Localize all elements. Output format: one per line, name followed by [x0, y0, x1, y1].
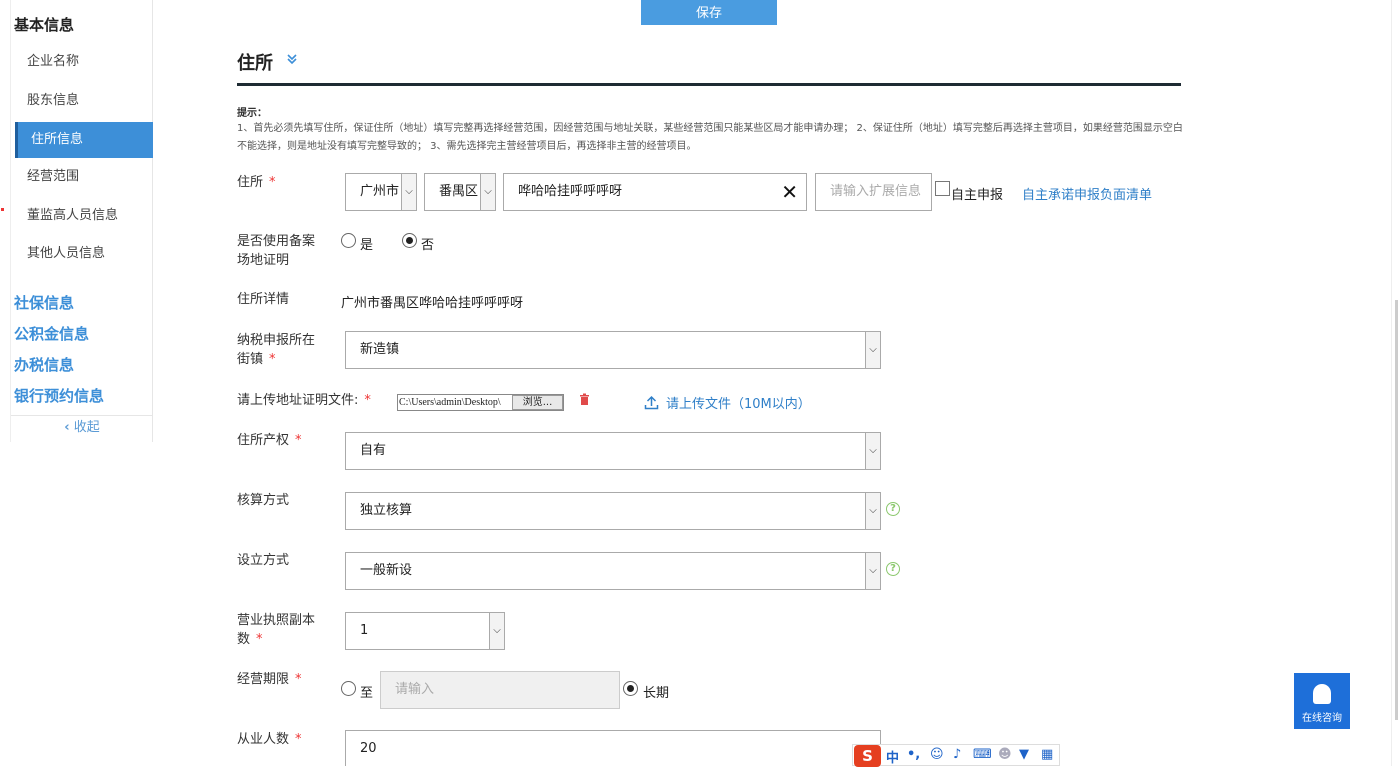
establish-select[interactable]: 一般新设 ⌵ [345, 552, 881, 590]
scrollbar-thumb[interactable] [1395, 300, 1398, 720]
file-path: C:\Users\admin\Desktop\ [399, 397, 501, 408]
sogou-logo-icon[interactable]: S [854, 745, 881, 767]
term-long-label: 长期 [643, 686, 670, 701]
sidebar-item-business-scope[interactable]: 经营范围 [15, 159, 153, 195]
establish-label: 设立方式 [237, 553, 290, 568]
clear-icon[interactable]: ✕ [781, 174, 798, 210]
property-right-label: 住所产权 * [237, 433, 302, 448]
sidebar-item-executives[interactable]: 董监高人员信息 [15, 198, 153, 234]
grid-menu-icon[interactable]: ▦ [1041, 747, 1053, 762]
emoji-icon[interactable]: ☺ [930, 747, 944, 762]
sidebar: 基本信息 企业名称 股东信息 住所信息 经营范围 董监高人员信息 其他人员信息 … [10, 0, 153, 442]
chevron-down-icon: ⌵ [865, 493, 880, 529]
sidebar-item-shareholders[interactable]: 股东信息 [15, 83, 153, 119]
address-detail-label: 住所详情 [237, 292, 290, 307]
user-icon[interactable]: ☻ [998, 747, 1012, 762]
help-icon[interactable]: ? [886, 562, 900, 576]
bell-icon [1313, 684, 1331, 704]
chevron-down-icon: ⌵ [489, 613, 504, 649]
license-copies-select[interactable]: 1 ⌵ [345, 612, 505, 650]
accounting-select[interactable]: 独立核算 ⌵ [345, 492, 881, 530]
microphone-icon[interactable]: ♪ [953, 747, 961, 762]
sidebar-collapse-button[interactable]: ‹ 收起 [11, 415, 153, 441]
chevron-down-icon: ⌵ [865, 332, 880, 368]
section-title: 住所 [237, 53, 273, 74]
business-term-label: 经营期限 * [237, 672, 302, 687]
keyboard-icon[interactable]: ⌨ [973, 747, 992, 762]
use-record-yes-label: 是 [360, 238, 374, 253]
sidebar-title: 基本信息 [14, 16, 75, 34]
tip-text: 1、首先必须先填写住所，保证住所（地址）填写完整再选择经营范围，因经营范围与地址… [237, 123, 1183, 152]
employees-label: 从业人数 * [237, 732, 302, 747]
term-to-radio[interactable] [341, 681, 356, 696]
use-record-no-label: 否 [421, 238, 435, 253]
address-label: 住所 * [237, 175, 276, 190]
self-declare-label: 自主申报 [951, 188, 1004, 203]
browse-button[interactable]: 浏览... [512, 395, 563, 410]
chevron-down-icon: ⌵ [865, 553, 880, 589]
term-long-radio[interactable] [623, 681, 638, 696]
ime-toolbar: S 中 •, ☺ ♪ ⌨ ☻ ▼ ▦ [852, 744, 1060, 767]
sidebar-item-other-staff[interactable]: 其他人员信息 [15, 236, 153, 272]
sidebar-item-company-name[interactable]: 企业名称 [15, 44, 153, 80]
property-right-select[interactable]: 自有 ⌵ [345, 432, 881, 470]
sidebar-group-bank-appointment[interactable]: 银行预约信息 [14, 385, 104, 406]
term-to-label: 至 [360, 686, 374, 701]
license-copies-label: 营业执照副本数 * [237, 613, 316, 647]
trash-icon[interactable] [579, 393, 590, 410]
skin-shirt-icon[interactable]: ▼ [1019, 747, 1029, 762]
sidebar-group-social-security[interactable]: 社保信息 [14, 292, 74, 313]
city-select[interactable]: 广州市 ⌵ [345, 173, 417, 211]
marker-dot [1, 208, 4, 211]
tax-street-select[interactable]: 新造镇 ⌵ [345, 331, 881, 369]
self-declare-checkbox[interactable] [935, 181, 950, 196]
tax-street-label: 纳税申报所在街镇 * [237, 333, 316, 367]
online-consult-button[interactable]: 在线咨询 [1294, 673, 1350, 729]
ime-lang-toggle[interactable]: 中 [886, 747, 899, 766]
chevron-down-icon: ⌵ [401, 174, 416, 210]
district-select[interactable]: 番禺区 ⌵ [424, 173, 496, 211]
tip-title: 提示： [237, 108, 267, 119]
upload-icon[interactable] [644, 395, 659, 414]
term-end-date-input[interactable]: 请输入 [380, 671, 620, 709]
chevron-down-icon: ⌵ [480, 174, 495, 210]
upload-label: 请上传地址证明文件: * [237, 393, 371, 408]
file-input[interactable]: C:\Users\admin\Desktop\ 浏览... [397, 394, 564, 411]
commitment-list-link[interactable]: 自主承诺申报负面清单 [1022, 184, 1152, 203]
sidebar-item-address[interactable]: 住所信息 [15, 122, 153, 158]
accounting-label: 核算方式 [237, 493, 290, 508]
section-divider [237, 83, 1181, 86]
help-icon[interactable]: ? [886, 502, 900, 516]
upload-file-link[interactable]: 请上传文件（10M以内） [666, 393, 811, 412]
ime-punct-toggle[interactable]: •, [907, 747, 920, 762]
collapse-label: 收起 [73, 420, 100, 435]
extension-info-input[interactable]: 请输入扩展信息 [815, 173, 932, 211]
sidebar-group-housing-fund[interactable]: 公积金信息 [14, 323, 89, 344]
use-record-proof-label: 是否使用备案场地证明 [237, 234, 316, 268]
save-button[interactable]: 保存 [641, 0, 777, 25]
address-detail-input[interactable]: 哗哈哈挂呼呼呼呀 ✕ [503, 173, 807, 211]
double-chevron-down-icon[interactable] [286, 53, 298, 69]
chevron-left-icon: ‹ [64, 420, 70, 435]
address-detail-value: 广州市番禺区哗哈哈挂呼呼呼呀 [341, 296, 524, 311]
use-record-no-radio[interactable] [402, 233, 417, 248]
chevron-down-icon: ⌵ [865, 433, 880, 469]
employees-input[interactable]: 20 [345, 730, 881, 766]
sidebar-group-tax[interactable]: 办税信息 [14, 354, 74, 375]
use-record-yes-radio[interactable] [341, 233, 356, 248]
